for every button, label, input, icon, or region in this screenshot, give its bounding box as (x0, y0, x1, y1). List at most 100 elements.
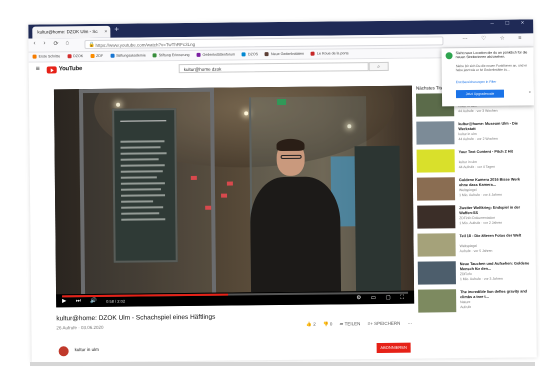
red-marker (205, 205, 212, 210)
share-button[interactable]: ➦ TEILEN (340, 321, 361, 326)
address-bar[interactable]: 🔒 https://www.youtube.com/watch?v=TwThRF… (84, 36, 444, 50)
red-marker (190, 175, 197, 180)
popup-body: Siehe Dir sich Du die neuen Funktionen a… (455, 63, 528, 73)
panel-text-line (120, 164, 165, 167)
back-icon[interactable]: ‹ (33, 41, 35, 47)
new-tab-button[interactable]: + (114, 25, 119, 34)
menu-icon[interactable]: ≡ (36, 66, 40, 73)
video-frame[interactable] (53, 85, 415, 295)
window-controls[interactable]: – □ × (490, 20, 529, 26)
recommendation-item[interactable]: kultur@home: Museum Ulm - Die Werkstatt k… (416, 120, 531, 147)
recommendation-title[interactable]: The incredible lion defies gravity and c… (460, 289, 530, 299)
browser-window: kultur@home: DZOK Ulm - Sc × + – □ × ‹ ›… (28, 19, 537, 363)
recommendation-item[interactable]: Goldene Kamera 2016 Bisse Werk ohne dass… (416, 176, 532, 203)
bookmark-item[interactable]: Stiftungsakademie (110, 53, 146, 58)
recommendation-title[interactable]: Neue Tauchen und Aufsehen: Goldene Mensc… (460, 261, 530, 271)
bookmark-label: Erste Schritte (38, 54, 61, 59)
panel-text-line (120, 182, 165, 185)
bookmark-item[interactable]: Stiftung Erinnerung (152, 53, 190, 58)
panel-text-line (120, 158, 159, 161)
panel-text-line (121, 206, 164, 209)
bookmark-label: Gedenkstättenforum (202, 52, 236, 57)
bookmark-item[interactable]: Le Roue de la porte (310, 51, 349, 56)
bookmark-favicon-icon (310, 51, 316, 56)
tab-title: kultur@home: DZOK Ulm - Sc (37, 28, 98, 35)
recommendation-title[interactable]: Teil 18 - Die älteren Fotos der Welt (459, 233, 529, 239)
recommendation-title[interactable]: Goldene Kamera 2016 Bisse Werk ohne dass… (459, 177, 529, 187)
panel-text-line (120, 176, 157, 179)
bookmark-favicon-icon (265, 52, 270, 57)
recommendation-title[interactable]: kultur@home: Museum Ulm - Die Werkstatt (458, 121, 528, 131)
more-button[interactable]: ⋯ (408, 321, 413, 326)
save-button[interactable]: ≡+ SPEICHERN (368, 321, 401, 326)
channel-name[interactable]: kultur in ulm (75, 347, 99, 352)
recommendation-views: 1 Mio. Aufrufe · vor 4 Jahren (459, 192, 502, 198)
video-actions: 👍 2 👎 0 ➦ TEILEN ≡+ SPEICHERN ⋯ (306, 321, 418, 328)
bookmark-item[interactable]: Erste Schritte (32, 54, 61, 59)
like-button[interactable]: 👍 2 (306, 322, 315, 327)
bookmark-favicon-icon (196, 52, 201, 57)
video-meta: 26 Aufrufe · 03.06.2020 (56, 324, 104, 331)
video-player[interactable]: ▶ ⏭ 🔊 0:58 / 2:02 ⚙ ▭ ▢ ⛶ (53, 85, 415, 308)
recommendation-title[interactable]: Your Text Content - Pitch 2 Hit (459, 149, 529, 155)
recommendation-item[interactable]: The incredible lion defies gravity and c… (418, 288, 533, 315)
recommendation-item[interactable]: Teil 18 - Die älteren Fotos der Welt Welt… (417, 232, 532, 259)
channel-avatar[interactable] (58, 346, 69, 357)
popup-action-button[interactable]: Jetzt Upgradecode (455, 89, 505, 99)
bookmark-item[interactable]: DZOK (67, 54, 83, 59)
video-thumbnail[interactable] (416, 121, 455, 145)
dislike-button[interactable]: 👎 0 (323, 321, 332, 326)
bookmark-item[interactable]: Gedenkstättenforum (196, 52, 236, 57)
bookmark-label: DZOS (248, 52, 259, 57)
video-thumbnail[interactable] (418, 289, 457, 313)
recommendation-item[interactable]: Zweiter Weltkrieg: Endspiel in der Waffe… (417, 204, 532, 231)
panel-text-line (120, 188, 161, 191)
subscribe-button[interactable]: ABONNIEREN (376, 342, 411, 354)
bookmark-item[interactable]: ZDF (90, 54, 103, 59)
presenter-glasses (280, 154, 302, 160)
notification-icon (445, 52, 453, 60)
recommendation-views: 1 Mio. Aufrufe · vor 2 Jahren (459, 220, 503, 226)
video-thumbnail[interactable] (417, 205, 456, 229)
bookmark-item[interactable]: DZOS (242, 52, 259, 57)
popup-close-icon[interactable]: × (529, 89, 531, 94)
youtube-logo-text[interactable]: YouTube (59, 66, 82, 72)
panel-text-line (120, 146, 161, 149)
time-display: 0:58 / 2:02 (106, 298, 126, 304)
popup-link[interactable]: Erst Bereicherungen in Filter (456, 80, 496, 84)
recommendation-item[interactable]: Your Text Content - Pitch 2 Hit kultur in… (416, 148, 532, 175)
youtube-logo-icon[interactable] (46, 66, 57, 74)
bookmark-item[interactable]: Neue Gedenkstätten (265, 52, 304, 57)
recommendation-views: Aufrufe · vor 5 Jahren (459, 248, 493, 254)
video-thumbnail[interactable] (417, 261, 456, 285)
search-input[interactable]: kultur@home dzok (178, 62, 369, 74)
player-settings-controls[interactable]: ⚙ ▭ ▢ ⛶ (356, 295, 408, 303)
recommendation-title[interactable]: Zweiter Weltkrieg: Endspiel in der Waffe… (459, 205, 529, 215)
forward-icon[interactable]: › (43, 40, 45, 46)
play-controls[interactable]: ▶ ⏭ 🔊 (62, 298, 101, 305)
channel-row: kultur in ulm ABONNIEREN (57, 339, 415, 363)
video-thumbnail[interactable] (416, 177, 456, 201)
search-button[interactable]: ⌕ (368, 61, 389, 72)
panel-text-line (120, 170, 163, 173)
taskbar-strip (30, 362, 535, 366)
reload-icon[interactable]: ⟳ (53, 40, 58, 47)
tab-close-icon[interactable]: × (104, 26, 107, 38)
video-thumbnail[interactable] (417, 233, 456, 257)
recommendation-channel: Weltspiegel (459, 243, 478, 249)
recommendation-channel: Nature (460, 300, 471, 305)
toolbar-icons[interactable]: ⋯ ♡ ☆ ≡ (462, 35, 527, 42)
panel-text-line (121, 212, 160, 215)
panel-text-line (120, 140, 165, 143)
panel-text-line (121, 200, 154, 203)
player-controls: ▶ ⏭ 🔊 0:58 / 2:02 ⚙ ▭ ▢ ⛶ (56, 290, 415, 308)
red-marker (221, 193, 228, 198)
bookmark-favicon-icon (152, 53, 157, 58)
panel-text-line (121, 194, 166, 197)
recommendation-item[interactable]: Neue Tauchen und Aufsehen: Goldene Mensc… (417, 260, 533, 287)
home-icon[interactable]: ⌂ (65, 40, 69, 46)
video-thumbnail[interactable] (416, 149, 455, 173)
browser-tab[interactable]: kultur@home: DZOK Ulm - Sc × (32, 25, 111, 39)
bookmark-favicon-icon (242, 52, 247, 57)
wall-panel (354, 145, 402, 292)
